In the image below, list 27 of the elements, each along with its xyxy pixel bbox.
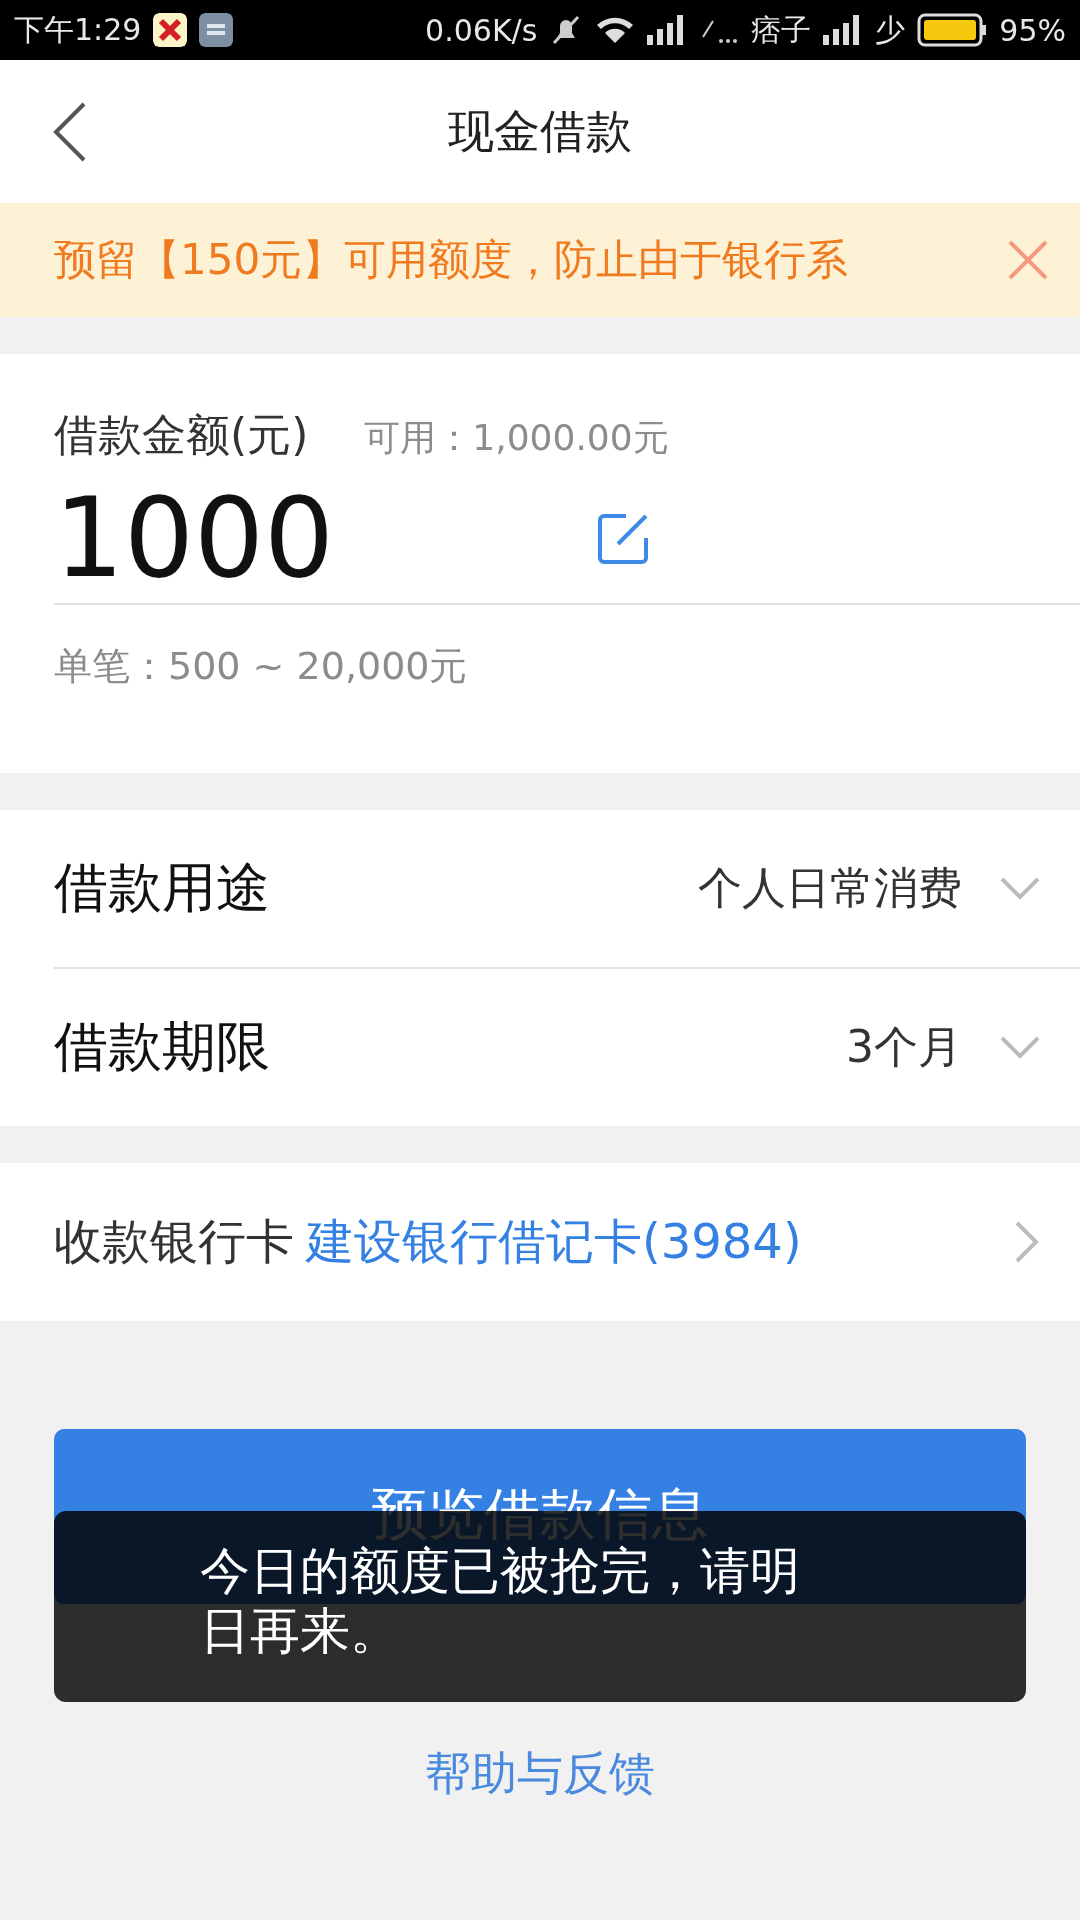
chevron-down-icon xyxy=(1000,1035,1040,1060)
notice-text: 预留【150元】可用额度，防止由于银行系 xyxy=(54,234,850,286)
network-speed: 0.06K/s xyxy=(425,12,538,48)
close-icon[interactable] xyxy=(1006,238,1050,282)
notes-icon xyxy=(199,13,234,47)
option-label: 借款期限 xyxy=(54,1014,271,1080)
option-row[interactable]: 借款期限 3个月 xyxy=(54,967,1080,1126)
battery-icon xyxy=(917,13,988,47)
status-time: 下午1:29 xyxy=(14,10,142,49)
bank-card-value: 建设银行借记卡(3984) xyxy=(306,1212,803,1271)
battery-percent: 95% xyxy=(999,12,1066,48)
carrier-name: 痞子 xyxy=(751,10,812,49)
app-icon xyxy=(153,13,188,47)
bank-label: 收款银行卡 xyxy=(54,1212,294,1271)
available-amount: 可用：1,000.00元 xyxy=(364,416,669,460)
amount-input[interactable]: 1000 xyxy=(54,474,594,602)
page-title: 现金借款 xyxy=(448,102,632,160)
chevron-down-icon xyxy=(1000,876,1040,901)
amount-label: 借款金额(元) xyxy=(54,408,309,462)
option-row[interactable]: 借款用途 个人日常消费 xyxy=(54,810,1080,967)
option-value: 3个月 xyxy=(846,1020,962,1074)
option-label: 借款用途 xyxy=(54,855,271,921)
amount-range: 单笔：500 ~ 20,000元 xyxy=(54,643,469,690)
bank-card-row[interactable]: 收款银行卡 建设银行借记卡(3984) xyxy=(0,1163,1080,1321)
chevron-right-icon xyxy=(1014,1220,1040,1264)
sim-label: 少 xyxy=(875,10,906,49)
option-value: 个人日常消费 xyxy=(698,861,962,915)
